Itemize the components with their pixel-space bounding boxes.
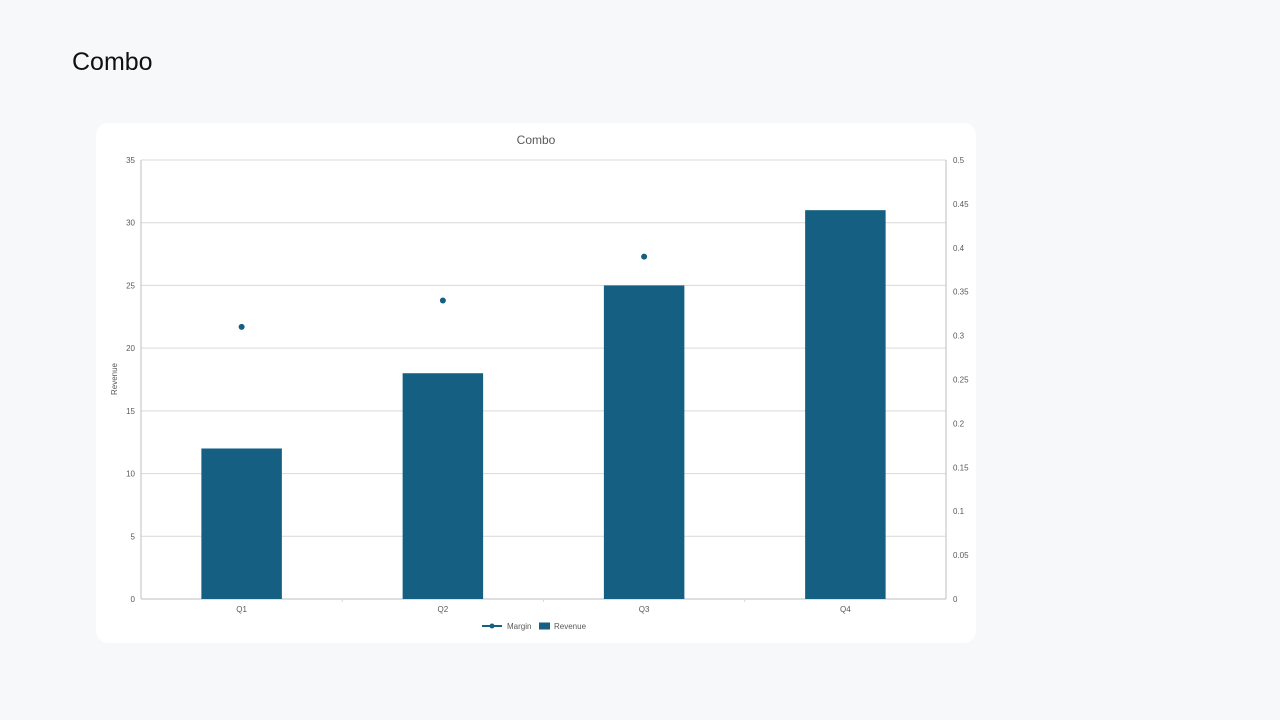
revenue-bar (805, 210, 886, 599)
bar-series (201, 210, 886, 599)
y2-tick-label: 0.05 (953, 551, 969, 560)
legend-line-marker (489, 623, 495, 629)
category-axis-ticks: Q1 Q2 Q3 Q4 (236, 605, 851, 614)
y-axis-label: Revenue (110, 362, 119, 395)
combo-chart: Combo 0 5 10 15 20 25 30 35 0 0.05 0.1 0.15 0.2 0.25… (110, 133, 969, 631)
page-title: Combo (72, 48, 153, 76)
y2-tick-label: 0.45 (953, 200, 969, 209)
y2-tick-label: 0 (953, 595, 958, 604)
y-tick-label: 15 (126, 407, 135, 416)
x-tick-label: Q4 (840, 605, 851, 614)
margin-point (439, 297, 446, 304)
chart-card: Combo 0 5 10 15 20 25 30 35 0 0.05 0.1 0.15 0.2 0.25… (96, 123, 976, 643)
y2-tick-label: 0.2 (953, 419, 965, 428)
revenue-bar (201, 448, 282, 599)
legend-label: Margin (507, 622, 531, 631)
y2-tick-label: 0.4 (953, 244, 965, 253)
revenue-bar (402, 373, 484, 599)
line-series (238, 253, 648, 330)
y2-tick-label: 0.25 (953, 376, 969, 385)
y-tick-label: 20 (126, 344, 135, 353)
y2-tick-label: 0.3 (953, 332, 965, 341)
legend: Margin Revenue (482, 622, 587, 631)
margin-point (641, 253, 648, 260)
chart-title: Combo (517, 133, 556, 147)
y-tick-label: 0 (131, 595, 136, 604)
revenue-bar (603, 285, 685, 599)
y2-tick-label: 0.1 (953, 507, 965, 516)
y2-tick-label: 0.35 (953, 288, 969, 297)
y-tick-label: 5 (131, 532, 136, 541)
x-tick-label: Q1 (236, 605, 247, 614)
margin-point (238, 323, 245, 330)
y-tick-label: 10 (126, 470, 135, 479)
y-tick-label: 35 (126, 156, 135, 165)
y2-tick-label: 0.5 (953, 156, 965, 165)
x-tick-label: Q2 (438, 605, 449, 614)
y-tick-label: 25 (126, 281, 135, 290)
y2-tick-label: 0.15 (953, 463, 969, 472)
legend-bar-swatch (539, 622, 550, 630)
x-tick-label: Q3 (639, 605, 650, 614)
legend-label: Revenue (554, 622, 587, 631)
left-axis-ticks: 0 5 10 15 20 25 30 35 (126, 156, 135, 604)
right-axis-ticks: 0 0.05 0.1 0.15 0.2 0.25 0.3 0.35 0.4 0.45 0.5 (953, 156, 969, 604)
y-tick-label: 30 (126, 219, 135, 228)
